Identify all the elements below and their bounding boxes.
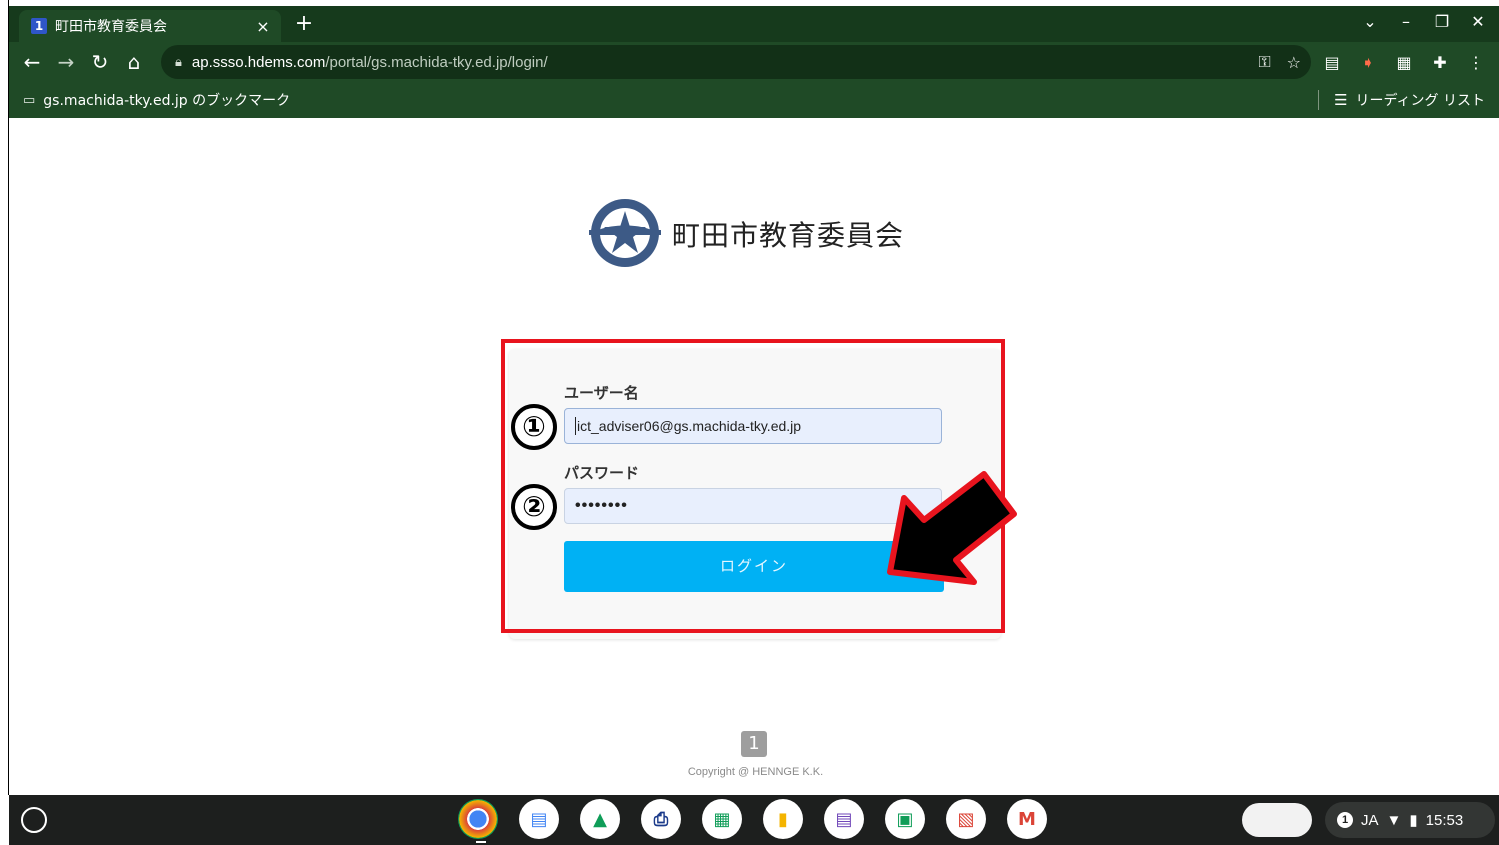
browser-toolbar: ← → ↻ ⌂ 🔒︎ ap.ssso.hdems.com/portal/gs.m…: [9, 42, 1499, 82]
qr-code-icon[interactable]: ▦: [1393, 53, 1415, 72]
lock-icon: 🔒︎: [175, 54, 182, 70]
chrome-app-icon[interactable]: [458, 799, 498, 839]
password-value: ••••••••: [575, 497, 628, 514]
epson-app-icon[interactable]: ⎙: [641, 799, 681, 839]
omnibox-actions: ⚿ ☆: [1258, 45, 1301, 79]
bookmark-folder[interactable]: ▭ gs.machida-tky.ed.jp のブックマーク: [23, 90, 290, 110]
organization-name: 町田市教育委員会: [672, 219, 905, 252]
step-marker-2: ②: [511, 484, 557, 530]
sheets-app-icon[interactable]: ▦: [702, 799, 742, 839]
bookmark-folder-label: gs.machida-tky.ed.jp のブックマーク: [43, 93, 291, 109]
reading-list-icon: ☰: [1334, 91, 1348, 109]
keep-app-icon[interactable]: ▮: [763, 799, 803, 839]
running-app-indicator: [476, 841, 486, 843]
username-label: ユーザー名: [564, 384, 639, 402]
notification-badge: 1: [1337, 812, 1353, 828]
url-path: /portal/gs.machida-tky.ed.jp/login/: [325, 53, 548, 71]
battery-icon: ▮: [1409, 812, 1418, 829]
key-icon[interactable]: ⚿: [1258, 52, 1270, 72]
gmail-app-icon[interactable]: M: [1007, 799, 1047, 839]
browser-frame: 1 町田市教育委員会 × + ⌄ – ❐ ✕ ← → ↻ ⌂ 🔒︎ ap.sss…: [9, 6, 1499, 118]
restore-icon[interactable]: ❐: [1431, 12, 1453, 31]
password-label: パスワード: [564, 464, 640, 482]
forward-icon[interactable]: →: [49, 45, 83, 79]
new-tab-button[interactable]: +: [292, 12, 316, 36]
screenshot-left-line: [8, 0, 9, 795]
arrow-extension-icon[interactable]: ➧: [1357, 53, 1379, 72]
chromeos-shelf: ▤ ▲ ⎙ ▦ ▮ ▤ ▣ ▧ M 1 JA ▼ ▮ 15:53: [9, 795, 1499, 845]
clock: 15:53: [1425, 811, 1464, 829]
tab-favicon-icon: 1: [31, 18, 47, 34]
username-value: ict_adviser06@gs.machida-tky.ed.jp: [577, 418, 802, 434]
close-window-icon[interactable]: ✕: [1467, 12, 1489, 31]
pointer-arrow-icon: [887, 471, 1017, 585]
browser-tab[interactable]: 1 町田市教育委員会 ×: [19, 10, 281, 42]
username-input[interactable]: ict_adviser06@gs.machida-tky.ed.jp: [564, 408, 942, 444]
pinned-apps: ▤ ▲ ⎙ ▦ ▮ ▤ ▣ ▧ M: [458, 799, 1047, 839]
classroom-app-icon[interactable]: ▣: [885, 799, 925, 839]
step-marker-1: ①: [511, 404, 557, 450]
tab-strip: 1 町田市教育委員会 × + ⌄ – ❐ ✕: [9, 6, 1499, 42]
text-caret: [575, 417, 576, 435]
minimize-icon[interactable]: –: [1395, 12, 1417, 31]
drive-app-icon[interactable]: ▲: [580, 799, 620, 839]
copyright-text: Copyright @ HENNGE K.K.: [687, 766, 824, 778]
wifi-icon: ▼: [1386, 811, 1402, 829]
extension-icons: ▤ ➧ ▦ ✚ ⋮: [1321, 42, 1487, 82]
tab-title: 町田市教育委員会: [55, 19, 167, 35]
language-indicator: JA: [1361, 811, 1379, 829]
launcher-button[interactable]: [21, 807, 47, 833]
reading-list-button[interactable]: ☰ リーディング リスト: [1334, 82, 1485, 118]
home-icon[interactable]: ⌂: [117, 45, 151, 79]
menu-icon[interactable]: ⋮: [1465, 53, 1487, 72]
reading-list-label: リーディング リスト: [1355, 93, 1485, 109]
henngeone-logo-icon: 1: [741, 731, 767, 757]
window-controls: ⌄ – ❐ ✕: [1359, 12, 1489, 31]
machida-emblem-icon: [589, 199, 661, 267]
screenshot-left-border: [0, 0, 8, 845]
tab-search-icon[interactable]: ⌄: [1359, 12, 1381, 31]
tray-thumbnail[interactable]: [1242, 803, 1312, 837]
forms-app-icon[interactable]: ▤: [824, 799, 864, 839]
docs-app-icon[interactable]: ▤: [519, 799, 559, 839]
tab-close-icon[interactable]: ×: [251, 17, 275, 36]
reload-icon[interactable]: ↻: [83, 45, 117, 79]
back-icon[interactable]: ←: [15, 45, 49, 79]
bookmarks-bar: ▭ gs.machida-tky.ed.jp のブックマーク ☰ リーディング …: [9, 82, 1499, 118]
puzzle-icon[interactable]: ✚: [1429, 53, 1451, 72]
slides-app-icon[interactable]: ▧: [946, 799, 986, 839]
folder-icon: ▭: [23, 92, 36, 108]
print-extension-icon[interactable]: ▤: [1321, 53, 1343, 72]
bookmarks-separator: [1318, 90, 1319, 110]
star-icon[interactable]: ☆: [1287, 53, 1301, 72]
status-area[interactable]: 1 JA ▼ ▮ 15:53: [1325, 802, 1495, 838]
address-bar[interactable]: 🔒︎ ap.ssso.hdems.com/portal/gs.machida-t…: [161, 45, 1311, 79]
url-host: ap.ssso.hdems.com: [191, 53, 326, 71]
